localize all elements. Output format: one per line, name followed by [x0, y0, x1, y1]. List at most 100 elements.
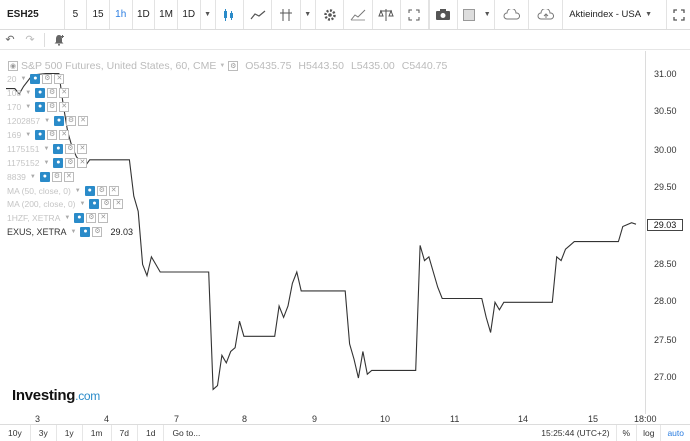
gear-icon[interactable] — [316, 0, 345, 29]
redo-icon[interactable]: ↷ — [20, 30, 40, 50]
fullscreen-icon[interactable] — [401, 0, 430, 29]
compare-chart-icon[interactable] — [344, 0, 373, 29]
indicator-label: MA (200, close, 0) — [7, 198, 76, 209]
eye-icon[interactable]: ● — [80, 226, 91, 237]
gear-icon[interactable]: ⚙ — [65, 143, 76, 154]
gear-icon[interactable]: ⚙ — [65, 157, 76, 168]
gear-icon[interactable]: ⚙ — [92, 226, 103, 237]
camera-icon[interactable] — [429, 0, 458, 29]
gear-icon[interactable]: ⚙ — [86, 212, 97, 223]
cloud-download-icon[interactable] — [495, 0, 530, 29]
interval-15[interactable]: 15 — [87, 0, 110, 29]
interval-5[interactable]: 5 — [65, 0, 88, 29]
close-icon[interactable]: ✕ — [59, 101, 70, 112]
close-icon[interactable]: ✕ — [77, 157, 88, 168]
alert-bell-icon[interactable] — [49, 30, 69, 50]
chevron-down-icon[interactable]: ▼ — [219, 63, 225, 69]
chevron-down-icon[interactable]: ▼ — [25, 104, 31, 110]
clock-display[interactable]: 15:25:44 (UTC+2) — [535, 425, 615, 441]
cloud-upload-icon[interactable] — [529, 0, 564, 29]
eye-icon[interactable]: ● — [35, 87, 46, 98]
indicator-label: 169 — [7, 129, 22, 140]
close-value: C5440.75 — [401, 60, 448, 72]
eye-icon[interactable]: ● — [35, 129, 46, 140]
close-icon[interactable]: ✕ — [113, 198, 124, 209]
price-axis-label: 28.50 — [654, 259, 677, 269]
chevron-down-icon[interactable]: ▼ — [20, 76, 26, 82]
color-dropdown-icon[interactable]: ▼ — [480, 0, 496, 29]
settings-icon[interactable]: ⚙ — [228, 61, 239, 71]
chevron-down-icon[interactable]: ▼ — [25, 132, 31, 138]
undo-icon[interactable]: ↶ — [0, 30, 20, 50]
price-axis-label: 27.00 — [654, 372, 677, 382]
chevron-down-icon[interactable]: ▼ — [64, 215, 70, 221]
close-icon[interactable]: ✕ — [54, 73, 65, 84]
main-series-name: EXUS, XETRA — [7, 226, 67, 237]
close-icon[interactable]: ✕ — [59, 87, 70, 98]
eye-icon[interactable]: ● — [30, 73, 41, 84]
gear-icon[interactable]: ⚙ — [42, 73, 53, 84]
chevron-down-icon[interactable]: ▼ — [43, 146, 49, 152]
log-toggle[interactable]: log — [636, 424, 660, 441]
eye-icon[interactable]: ● — [74, 212, 85, 223]
gear-icon[interactable]: ⚙ — [101, 198, 112, 209]
interval-1m[interactable]: 1M — [155, 0, 178, 29]
index-selector[interactable]: Aktieindex - USA ▼ — [563, 0, 668, 29]
close-icon[interactable]: ✕ — [108, 185, 119, 196]
chevron-down-icon[interactable]: ▼ — [44, 118, 50, 124]
chevron-down-icon[interactable]: ▼ — [25, 90, 31, 96]
chevron-down-icon: ▼ — [645, 11, 653, 18]
gear-icon[interactable]: ⚙ — [47, 87, 58, 98]
range-1y[interactable]: 1y — [57, 424, 83, 441]
time-axis-label: 18:00 — [634, 414, 657, 424]
close-icon[interactable]: ✕ — [78, 115, 89, 126]
interval-1h[interactable]: 1h — [110, 0, 133, 29]
eye-icon[interactable]: ● — [89, 198, 100, 209]
eye-icon[interactable]: ● — [84, 185, 95, 196]
gear-icon[interactable]: ⚙ — [51, 171, 62, 182]
color-swatch-icon[interactable] — [458, 0, 481, 29]
eye-icon[interactable]: ● — [39, 171, 50, 182]
symbol-input[interactable]: ESH25 — [0, 0, 65, 29]
indicators-icon[interactable] — [272, 0, 301, 29]
main-instrument-eye-icon[interactable]: ◉ — [8, 61, 18, 71]
chevron-down-icon[interactable]: ▼ — [30, 174, 36, 180]
gear-icon[interactable]: ⚙ — [47, 101, 58, 112]
eye-icon[interactable]: ● — [35, 101, 46, 112]
range-3y[interactable]: 3y — [31, 424, 57, 441]
range-7d[interactable]: 7d — [112, 424, 138, 441]
expand-icon[interactable] — [667, 0, 690, 29]
gear-icon[interactable]: ⚙ — [47, 129, 58, 140]
range-1d[interactable]: 1d — [138, 424, 165, 441]
interval-custom[interactable]: 1D — [178, 0, 201, 29]
goto-date-button[interactable]: Go to... — [164, 425, 208, 441]
low-value: L5435.00 — [350, 60, 395, 72]
interval-dropdown-icon[interactable]: ▼ — [201, 0, 216, 29]
indicator-legend-row: 1202857 ▼ ● ⚙ ✕ — [7, 115, 89, 126]
range-10y[interactable]: 10y — [0, 424, 31, 441]
candlestick-icon[interactable] — [216, 0, 245, 29]
chevron-down-icon[interactable]: ▼ — [71, 229, 77, 235]
close-icon[interactable]: ✕ — [63, 171, 74, 182]
indicator-legend-row: 108 ▼ ● ⚙ ✕ — [7, 87, 70, 98]
close-icon[interactable]: ✕ — [98, 212, 109, 223]
range-1m[interactable]: 1m — [83, 424, 112, 441]
interval-1d[interactable]: 1D — [133, 0, 156, 29]
eye-icon[interactable]: ● — [53, 157, 64, 168]
eye-icon[interactable]: ● — [54, 115, 65, 126]
gear-icon[interactable]: ⚙ — [96, 185, 107, 196]
gear-icon[interactable]: ⚙ — [66, 115, 77, 126]
percent-toggle[interactable]: % — [615, 424, 637, 441]
chevron-down-icon[interactable]: ▼ — [80, 201, 86, 207]
price-axis-label: 30.00 — [654, 145, 677, 155]
chevron-down-icon[interactable]: ▼ — [75, 188, 81, 194]
close-icon[interactable]: ✕ — [77, 143, 88, 154]
indicators-dropdown-icon[interactable]: ▼ — [301, 0, 316, 29]
scale-icon[interactable] — [373, 0, 401, 29]
auto-scale-toggle[interactable]: auto — [660, 424, 690, 441]
top-toolbar: ESH25 5 15 1h 1D 1M 1D ▼ ▼ ▼ Aktieindex … — [0, 0, 690, 30]
chevron-down-icon[interactable]: ▼ — [43, 160, 49, 166]
line-chart-icon[interactable] — [244, 0, 273, 29]
close-icon[interactable]: ✕ — [59, 129, 70, 140]
eye-icon[interactable]: ● — [53, 143, 64, 154]
